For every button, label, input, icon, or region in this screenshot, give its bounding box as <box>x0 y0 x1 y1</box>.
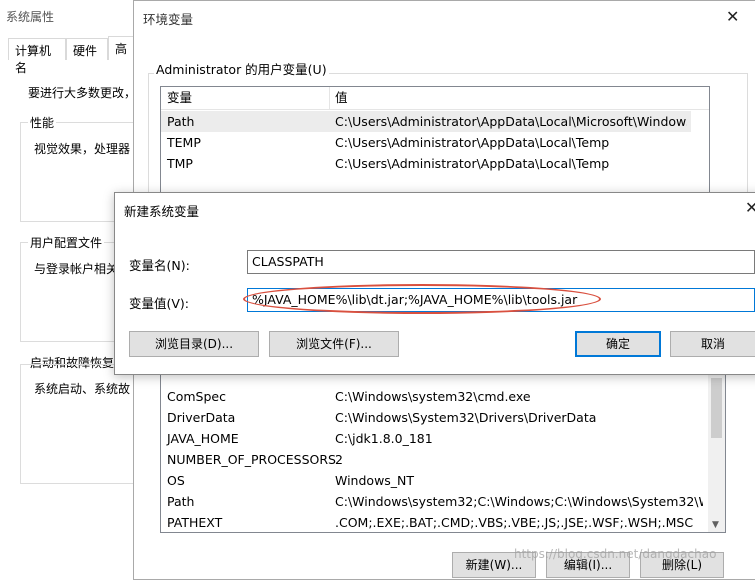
value-highlight-ellipse <box>243 284 601 314</box>
dialog-title: 新建系统变量 <box>124 204 200 219</box>
scrollbar-thumb[interactable] <box>711 378 722 438</box>
table-row[interactable]: PATHEXT .COM;.EXE;.BAT;.CMD;.VBS;.VBE;.J… <box>161 512 707 532</box>
intro-text: 要进行大多数更改， <box>28 86 137 100</box>
variable-name-field[interactable]: CLASSPATH <box>247 250 755 274</box>
new-system-variable-dialog: 新建系统变量 ✕ 变量名(N): CLASSPATH 变量值(V): %JAVA… <box>114 192 755 375</box>
cancel-button[interactable]: 取消 <box>670 331 755 357</box>
system-list-scrollbar[interactable]: ▼ <box>708 364 725 532</box>
table-row[interactable]: Path C:\Windows\system32;C:\Windows;C:\W… <box>161 491 707 512</box>
user-list-header: 变量 值 <box>161 87 709 110</box>
system-properties-title: 系统属性 <box>6 10 55 24</box>
scroll-down-icon[interactable]: ▼ <box>712 520 719 530</box>
table-row[interactable]: OS Windows_NT <box>161 470 707 491</box>
system-variables-list[interactable]: ComSpec C:\Windows\system32\cmd.exe Driv… <box>160 363 726 533</box>
browse-directory-button[interactable]: 浏览目录(D)... <box>129 331 259 357</box>
watermark: https://blog.csdn.net/dangdachao <box>514 547 717 561</box>
col-variable-header[interactable]: 变量 <box>167 87 192 109</box>
performance-label: 性能 <box>28 114 57 131</box>
table-row[interactable]: TEMP C:\Users\Administrator\AppData\Loca… <box>161 132 691 153</box>
table-row[interactable]: DriverData C:\Windows\System32\Drivers\D… <box>161 407 707 428</box>
user-profile-text: 与登录帐户相关 <box>34 262 119 276</box>
env-window-title: 环境变量 <box>143 12 194 27</box>
tab-computer-name[interactable]: 计算机名 <box>8 38 66 75</box>
performance-text: 视觉效果，处理器 <box>34 142 131 156</box>
user-profile-label: 用户配置文件 <box>28 234 105 251</box>
close-icon[interactable]: ✕ <box>745 198 755 217</box>
table-row[interactable]: Path C:\Users\Administrator\AppData\Loca… <box>161 111 691 132</box>
table-row[interactable]: TMP C:\Users\Administrator\AppData\Local… <box>161 153 691 174</box>
close-icon[interactable]: ✕ <box>726 7 739 26</box>
table-row[interactable]: NUMBER_OF_PROCESSORS 2 <box>161 449 707 470</box>
table-row[interactable]: JAVA_HOME C:\jdk1.8.0_181 <box>161 428 707 449</box>
browse-file-button[interactable]: 浏览文件(F)... <box>269 331 399 357</box>
col-value-header[interactable]: 值 <box>335 87 348 109</box>
table-row[interactable]: ComSpec C:\Windows\system32\cmd.exe <box>161 386 707 407</box>
tab-hardware[interactable]: 硬件 <box>66 38 108 60</box>
user-variables-label: Administrator 的用户变量(U) <box>154 59 329 78</box>
variable-name-label: 变量名(N): <box>129 258 190 273</box>
variable-value-label: 变量值(V): <box>129 296 190 311</box>
ok-button[interactable]: 确定 <box>575 331 661 357</box>
user-variables-list[interactable]: 变量 值 Path C:\Users\Administrator\AppData… <box>160 86 710 206</box>
